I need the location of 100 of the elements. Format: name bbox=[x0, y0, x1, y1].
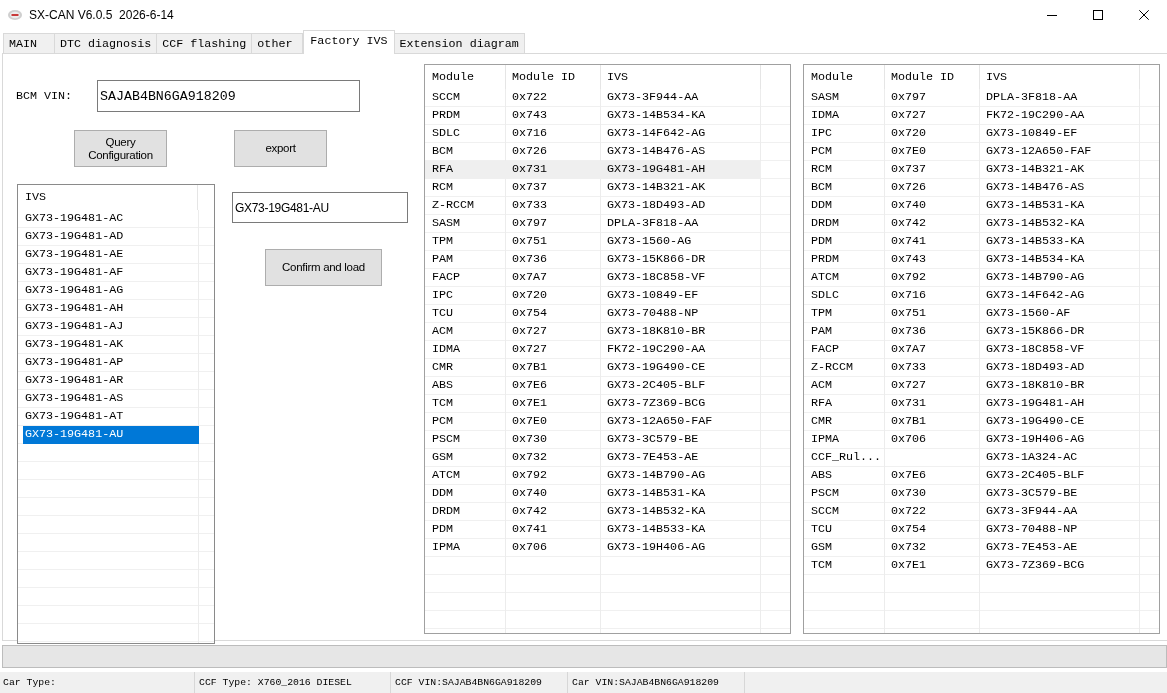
table-cell-text: 0x722 bbox=[511, 89, 549, 106]
tab[interactable]: Extension diagram bbox=[393, 33, 525, 53]
table-row[interactable]: TCM 0x7E1 GX73-7Z369-BCG bbox=[425, 395, 761, 413]
table-row[interactable]: PRDM 0x743 GX73-14B534-KA bbox=[425, 107, 761, 125]
table-row[interactable]: CMR 0x7B1 GX73-19G490-CE bbox=[425, 359, 761, 377]
table-row[interactable]: Z-RCCM 0x733 GX73-18D493-AD bbox=[425, 197, 761, 215]
table-row[interactable]: PCM 0x7E0 GX73-12A650-FAF bbox=[425, 413, 761, 431]
table-cell-text: GX73-15K866-DR bbox=[985, 323, 1086, 340]
table-row[interactable]: Z-RCCM 0x733 GX73-18D493-AD bbox=[804, 359, 1140, 377]
confirm-and-load-button[interactable]: Confirm and load bbox=[265, 249, 382, 286]
query-configuration-button[interactable]: Query Configuration bbox=[74, 130, 167, 167]
ivs-input[interactable]: GX73-19G481-AU bbox=[232, 192, 408, 223]
table-cell-text: 0x720 bbox=[511, 287, 549, 304]
table-row[interactable]: PCM 0x7E0 GX73-12A650-FAF bbox=[804, 143, 1140, 161]
table-row[interactable]: IPC 0x720 GX73-10849-EF bbox=[804, 125, 1140, 143]
table-cell-text: 0x792 bbox=[890, 269, 928, 286]
table-row[interactable]: SASM 0x797 DPLA-3F818-AA bbox=[425, 215, 761, 233]
table-row[interactable]: PAM 0x736 GX73-15K866-DR bbox=[804, 323, 1140, 341]
tab[interactable]: other bbox=[251, 33, 304, 53]
table-row[interactable]: FACP 0x7A7 GX73-18C858-VF bbox=[804, 341, 1140, 359]
table-row[interactable]: CCF_Rul... GX73-1A324-AC bbox=[804, 449, 1140, 467]
table-row[interactable]: RCM 0x737 GX73-14B321-AK bbox=[804, 161, 1140, 179]
table-row[interactable]: TCU 0x754 GX73-70488-NP bbox=[804, 521, 1140, 539]
table-row[interactable]: DDM 0x740 GX73-14B531-KA bbox=[804, 197, 1140, 215]
table-row[interactable]: ACM 0x727 GX73-18K810-BR bbox=[425, 323, 761, 341]
table-row[interactable]: SCCM 0x722 GX73-3F944-AA bbox=[425, 89, 761, 107]
table-row[interactable]: CMR 0x7B1 GX73-19G490-CE bbox=[804, 413, 1140, 431]
list-item[interactable]: GX73-19G481-AK bbox=[23, 336, 199, 354]
table-row[interactable]: IDMA 0x727 FK72-19C290-AA bbox=[804, 107, 1140, 125]
table-cell-text: 0x7E1 bbox=[511, 395, 549, 412]
table-row[interactable]: RFA 0x731 GX73-19G481-AH bbox=[804, 395, 1140, 413]
table-row[interactable]: RCM 0x737 GX73-14B321-AK bbox=[425, 179, 761, 197]
table-cell-text: GX73-7E453-AE bbox=[606, 449, 700, 466]
table-cell-text: PAM bbox=[810, 323, 834, 340]
table-cell-text: GX73-19G490-CE bbox=[606, 359, 707, 376]
table-cell-text: DRDM bbox=[810, 215, 841, 232]
table-cell-text: 0x732 bbox=[511, 449, 549, 466]
table-row[interactable]: SCCM 0x722 GX73-3F944-AA bbox=[804, 503, 1140, 521]
table-row[interactable]: DRDM 0x742 GX73-14B532-KA bbox=[804, 215, 1140, 233]
list-item[interactable]: GX73-19G481-AS bbox=[23, 390, 199, 408]
table-row[interactable]: TCU 0x754 GX73-70488-NP bbox=[425, 305, 761, 323]
table-cell-text: GX73-14F642-AG bbox=[606, 125, 707, 142]
list-item[interactable]: GX73-19G481-AD bbox=[23, 228, 199, 246]
list-item[interactable]: GX73-19G481-AR bbox=[23, 372, 199, 390]
table-row[interactable]: ABS 0x7E6 GX73-2C405-BLF bbox=[804, 467, 1140, 485]
table-row[interactable]: PDM 0x741 GX73-14B533-KA bbox=[804, 233, 1140, 251]
list-item[interactable]: GX73-19G481-AF bbox=[23, 264, 199, 282]
tab[interactable]: MAIN bbox=[3, 33, 55, 53]
list-item[interactable]: GX73-19G481-AU bbox=[23, 426, 199, 444]
tab[interactable]: DTC diagnosis bbox=[54, 33, 158, 53]
list-item[interactable]: GX73-19G481-AE bbox=[23, 246, 199, 264]
table-cell-text: 0x726 bbox=[890, 179, 928, 196]
table-row[interactable]: ABS 0x7E6 GX73-2C405-BLF bbox=[425, 377, 761, 395]
table-row[interactable]: FACP 0x7A7 GX73-18C858-VF bbox=[425, 269, 761, 287]
table-cell-text: 0x743 bbox=[890, 251, 928, 268]
table-row[interactable]: SDLC 0x716 GX73-14F642-AG bbox=[804, 287, 1140, 305]
list-item[interactable]: GX73-19G481-AG bbox=[23, 282, 199, 300]
table-row[interactable]: GSM 0x732 GX73-7E453-AE bbox=[425, 449, 761, 467]
table-row[interactable]: IPMA 0x706 GX73-19H406-AG bbox=[425, 539, 761, 557]
maximize-icon bbox=[1093, 10, 1103, 20]
table-row[interactable]: IPMA 0x706 GX73-19H406-AG bbox=[804, 431, 1140, 449]
table-row[interactable]: PDM 0x741 GX73-14B533-KA bbox=[425, 521, 761, 539]
table-cell-text: 0x720 bbox=[890, 125, 928, 142]
tab[interactable]: CCF flashing bbox=[156, 33, 253, 53]
list-item[interactable]: GX73-19G481-AT bbox=[23, 408, 199, 426]
table-row[interactable]: PAM 0x736 GX73-15K866-DR bbox=[425, 251, 761, 269]
vin-input[interactable]: SAJAB4BN6GA918209 bbox=[97, 80, 360, 112]
list-item[interactable]: GX73-19G481-AP bbox=[23, 354, 199, 372]
table-row[interactable]: TPM 0x751 GX73-1560-AF bbox=[804, 305, 1140, 323]
table-row[interactable]: DDM 0x740 GX73-14B531-KA bbox=[425, 485, 761, 503]
tab[interactable]: Factory IVS bbox=[303, 30, 395, 54]
table-row[interactable]: GSM 0x732 GX73-7E453-AE bbox=[804, 539, 1140, 557]
table-row[interactable]: ATCM 0x792 GX73-14B790-AG bbox=[804, 269, 1140, 287]
export-button[interactable]: export bbox=[234, 130, 327, 167]
table-row[interactable]: BCM 0x726 GX73-14B476-AS bbox=[804, 179, 1140, 197]
table-row[interactable]: IDMA 0x727 FK72-19C290-AA bbox=[425, 341, 761, 359]
table-cell-text: GX73-7E453-AE bbox=[985, 539, 1079, 556]
table-row[interactable]: TPM 0x751 GX73-1560-AG bbox=[425, 233, 761, 251]
list-item[interactable]: GX73-19G481-AC bbox=[23, 210, 199, 228]
table-cell-text: GX73-14B532-KA bbox=[985, 215, 1086, 232]
table-row[interactable]: RFA 0x731 GX73-19G481-AH bbox=[425, 161, 761, 179]
list-item[interactable]: GX73-19G481-AH bbox=[23, 300, 199, 318]
table-row[interactable]: BCM 0x726 GX73-14B476-AS bbox=[425, 143, 761, 161]
table-row[interactable]: ACM 0x727 GX73-18K810-BR bbox=[804, 377, 1140, 395]
table-cell-text: 0x716 bbox=[511, 125, 549, 142]
table-cell-text: 0x706 bbox=[511, 539, 549, 556]
table-row[interactable]: SASM 0x797 DPLA-3F818-AA bbox=[804, 89, 1140, 107]
column-header: IVS bbox=[18, 185, 198, 210]
table-cell-text: GX73-15K866-DR bbox=[606, 251, 707, 268]
table-row[interactable]: PSCM 0x730 GX73-3C579-BE bbox=[804, 485, 1140, 503]
table-cell-text: ATCM bbox=[431, 467, 462, 484]
table-row[interactable]: DRDM 0x742 GX73-14B532-KA bbox=[425, 503, 761, 521]
table-row[interactable]: SDLC 0x716 GX73-14F642-AG bbox=[425, 125, 761, 143]
table-row[interactable]: PSCM 0x730 GX73-3C579-BE bbox=[425, 431, 761, 449]
table-row[interactable]: IPC 0x720 GX73-10849-EF bbox=[425, 287, 761, 305]
table-cell-text: GX73-14B531-KA bbox=[985, 197, 1086, 214]
table-row[interactable]: TCM 0x7E1 GX73-7Z369-BCG bbox=[804, 557, 1140, 575]
table-row[interactable]: PRDM 0x743 GX73-14B534-KA bbox=[804, 251, 1140, 269]
list-item[interactable]: GX73-19G481-AJ bbox=[23, 318, 199, 336]
table-row[interactable]: ATCM 0x792 GX73-14B790-AG bbox=[425, 467, 761, 485]
